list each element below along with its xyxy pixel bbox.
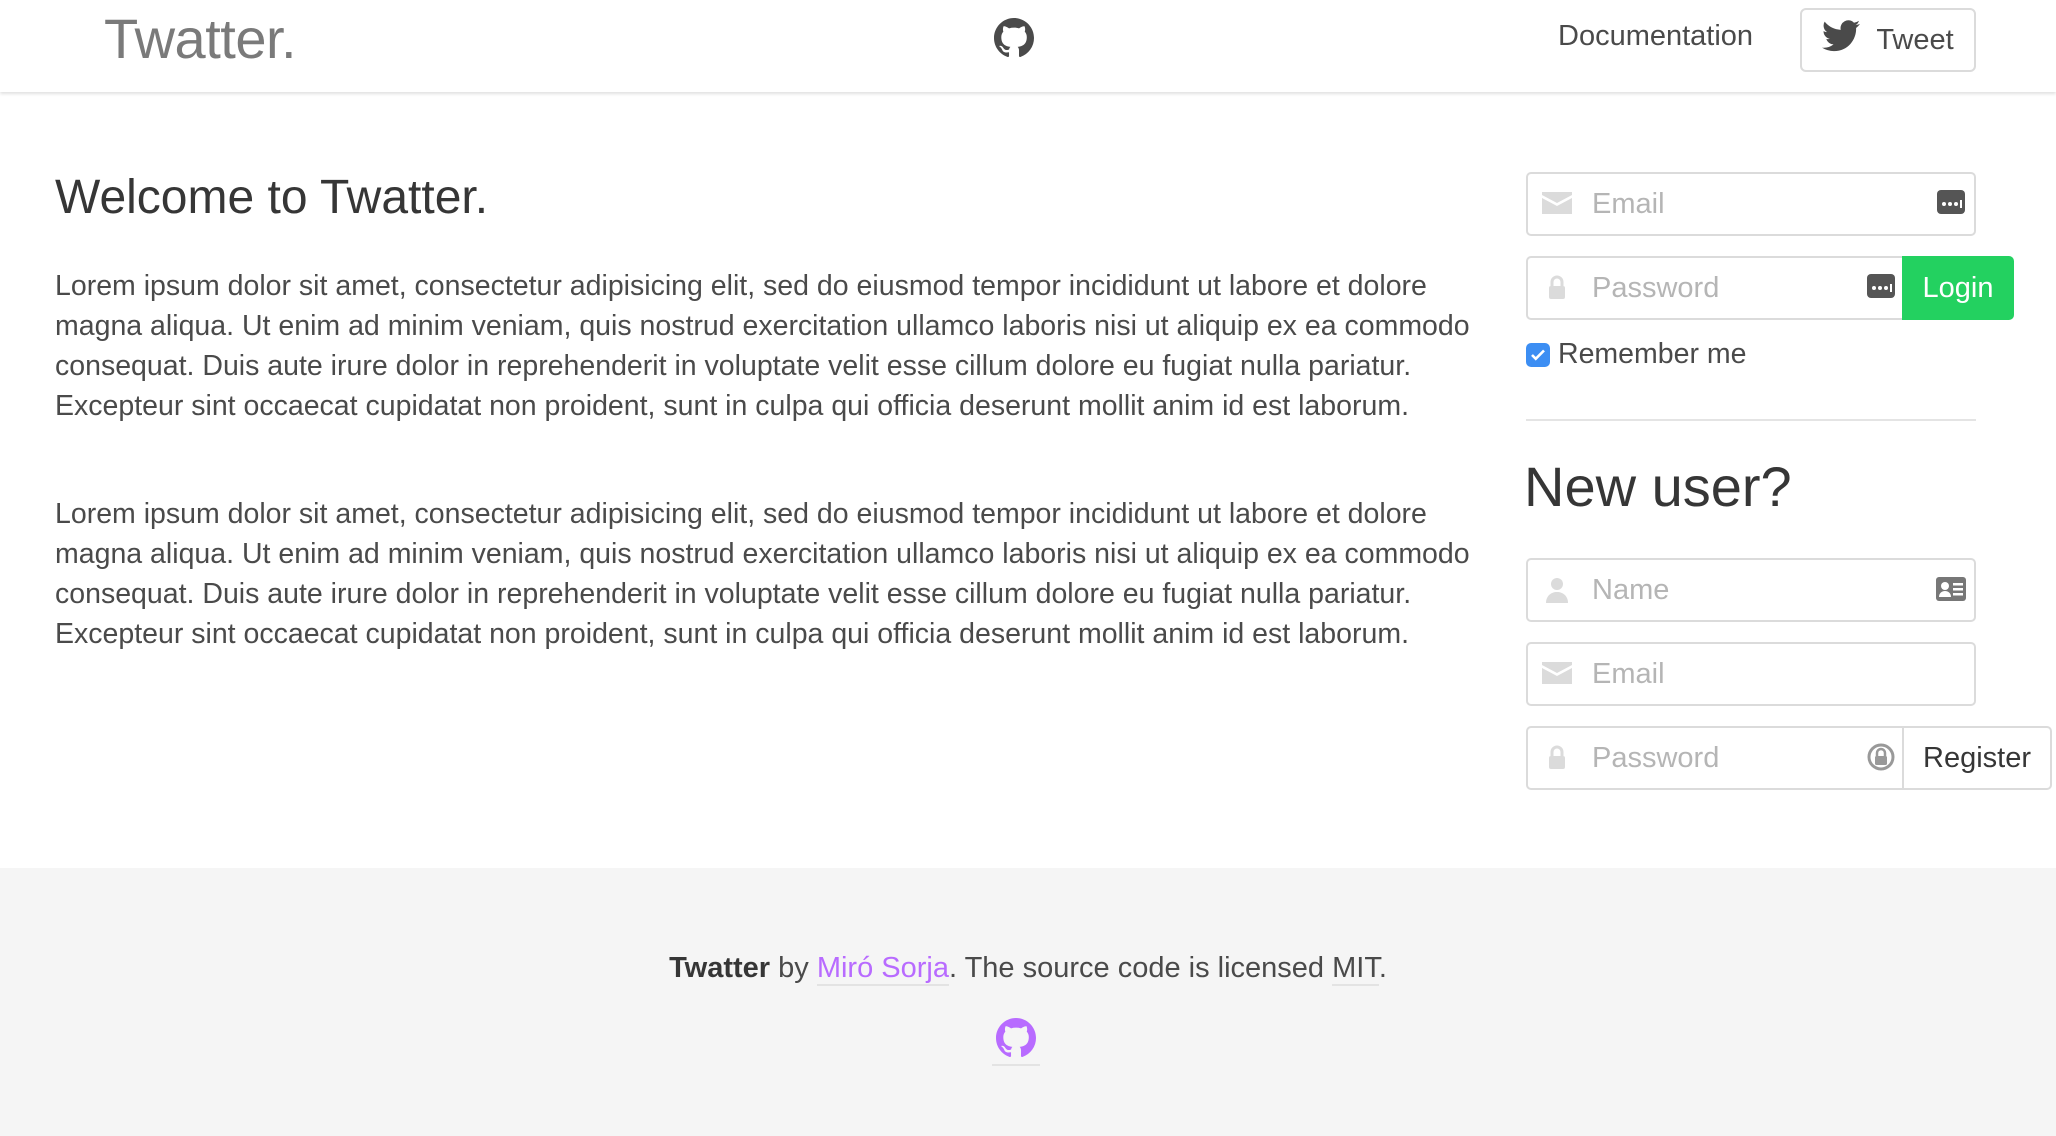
navbar: Twatter. Documentation Tweet: [0, 0, 2056, 92]
documentation-link[interactable]: Documentation: [1558, 20, 1753, 53]
footer-text: Twatter by Miró Sorja. The source code i…: [0, 952, 2056, 986]
author-link[interactable]: Miró Sorja: [816, 952, 949, 986]
login-button[interactable]: Login: [1902, 256, 2014, 320]
remember-me[interactable]: Remember me: [1526, 338, 1746, 371]
tweet-label: Tweet: [1876, 23, 1954, 56]
license-link[interactable]: MIT: [1332, 952, 1379, 986]
lock-icon: [1542, 744, 1572, 772]
register-name-placeholder: Name: [1592, 574, 1670, 606]
user-icon: [1542, 576, 1572, 604]
footer-by: by: [770, 952, 817, 984]
register-password-placeholder: Password: [1592, 742, 1720, 774]
tweet-button[interactable]: Tweet: [1800, 8, 1976, 72]
register-email-field[interactable]: Email: [1526, 642, 1976, 706]
remember-me-label: Remember me: [1558, 338, 1747, 370]
contact-card-icon[interactable]: [1934, 572, 1968, 606]
login-password-placeholder: Password: [1592, 272, 1720, 304]
intro-paragraph-1: Lorem ipsum dolor sit amet, consectetur …: [55, 270, 1470, 422]
github-icon[interactable]: [994, 18, 1034, 58]
footer-app-name: Twatter: [669, 952, 771, 984]
password-generator-icon[interactable]: [1864, 740, 1898, 774]
footer-github-icon[interactable]: [992, 1018, 1040, 1066]
login-password-field[interactable]: Password: [1526, 256, 1904, 320]
brand-logo[interactable]: Twatter.: [104, 6, 297, 71]
remember-me-checkbox[interactable]: [1526, 342, 1550, 367]
divider: [1526, 419, 1976, 421]
twitter-bird-icon: [1822, 20, 1861, 60]
lock-icon: [1542, 274, 1572, 302]
password-manager-icon[interactable]: [1934, 186, 1968, 220]
envelope-icon: [1542, 660, 1572, 688]
register-button[interactable]: Register: [1902, 726, 2052, 790]
page-title: Welcome to Twatter.: [55, 171, 489, 224]
footer-license-text: . The source code is licensed: [948, 952, 1333, 984]
register-password-field[interactable]: Password: [1526, 726, 1904, 790]
intro-paragraph-2: Lorem ipsum dolor sit amet, consectetur …: [55, 498, 1470, 650]
register-email-placeholder: Email: [1592, 658, 1665, 690]
envelope-icon: [1542, 190, 1572, 218]
login-email-placeholder: Email: [1592, 188, 1665, 220]
register-name-field[interactable]: Name: [1526, 558, 1976, 622]
footer-end: .: [1378, 952, 1387, 984]
password-manager-icon[interactable]: [1864, 270, 1898, 304]
register-title: New user?: [1524, 455, 1792, 518]
footer: Twatter by Miró Sorja. The source code i…: [0, 868, 2056, 1136]
login-email-field[interactable]: Email: [1526, 172, 1976, 236]
